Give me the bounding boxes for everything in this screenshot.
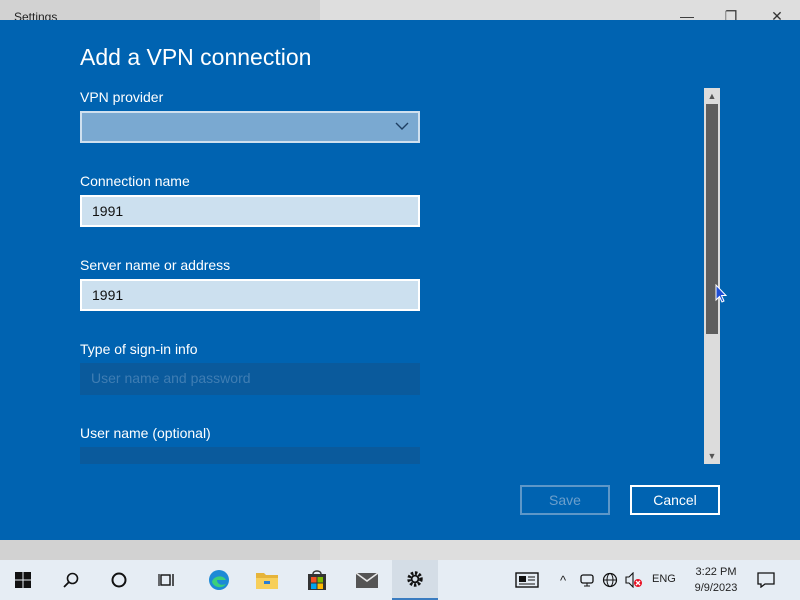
scroll-up-button[interactable]: ▲ <box>704 88 720 104</box>
news-widget-icon[interactable] <box>514 570 540 590</box>
settings-gear-icon[interactable] <box>392 560 438 600</box>
chevron-down-icon <box>395 122 409 130</box>
vertical-scrollbar[interactable]: ▲ ▼ <box>704 88 720 464</box>
volume-muted-icon[interactable] <box>624 570 644 590</box>
dialog-title: Add a VPN connection <box>80 44 312 70</box>
save-button[interactable]: Save <box>520 485 610 515</box>
windows-start-icon[interactable] <box>0 560 46 600</box>
signin-type-value: User name and password <box>91 370 251 386</box>
vpn-provider-dropdown[interactable] <box>80 111 420 143</box>
notification-center-icon[interactable] <box>756 570 776 590</box>
cancel-button[interactable]: Cancel <box>630 485 720 515</box>
file-explorer-icon[interactable] <box>244 560 290 600</box>
connection-name-label: Connection name <box>80 173 190 189</box>
connection-name-input[interactable] <box>80 195 420 227</box>
mouse-pointer-icon <box>715 284 728 303</box>
clock-time: 3:22 PM <box>695 566 737 578</box>
signin-type-label: Type of sign-in info <box>80 341 198 357</box>
tray-overflow-chevron-icon[interactable]: ^ <box>553 570 573 590</box>
store-icon[interactable] <box>294 560 340 600</box>
network-globe-icon[interactable] <box>600 570 620 590</box>
username-label: User name (optional) <box>80 425 211 441</box>
task-view-icon[interactable] <box>144 560 190 600</box>
taskbar: ^ ENG 3:22 PM 9/9/2023 <box>0 560 800 600</box>
vpn-provider-label: VPN provider <box>80 89 164 105</box>
language-indicator[interactable]: ENG <box>652 573 676 585</box>
username-input[interactable] <box>80 447 420 464</box>
search-icon[interactable] <box>48 560 94 600</box>
add-vpn-dialog: Add a VPN connection VPN provider Connec… <box>0 20 800 540</box>
edge-icon[interactable] <box>196 560 242 600</box>
meet-now-icon[interactable] <box>577 570 597 590</box>
server-address-input[interactable] <box>80 279 420 311</box>
signin-type-dropdown[interactable]: User name and password <box>80 363 420 395</box>
scroll-down-button[interactable]: ▼ <box>704 448 720 464</box>
clock[interactable]: 3:22 PM 9/9/2023 <box>686 564 746 596</box>
mail-icon[interactable] <box>344 560 390 600</box>
clock-date: 9/9/2023 <box>694 582 738 594</box>
server-address-label: Server name or address <box>80 257 231 273</box>
cortana-icon[interactable] <box>96 560 142 600</box>
